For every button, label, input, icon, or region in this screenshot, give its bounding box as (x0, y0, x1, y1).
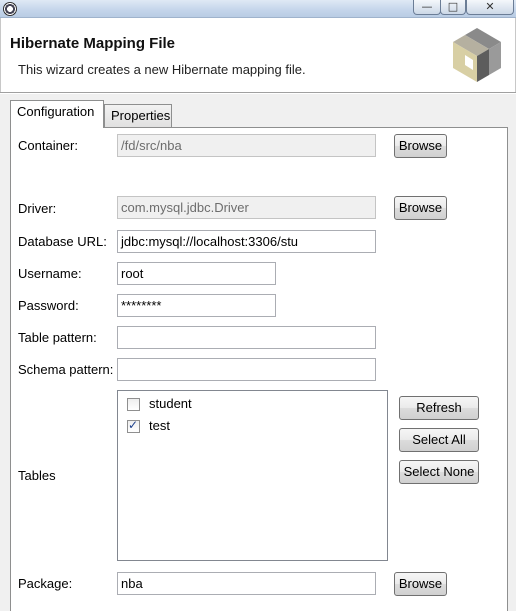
maximize-button[interactable]: □ (440, 0, 466, 15)
hibernate-logo-icon (453, 28, 501, 82)
window-titlebar[interactable]: — □ ✕ (0, 0, 516, 18)
close-button[interactable]: ✕ (466, 0, 514, 15)
table-name: test (149, 418, 170, 433)
eclipse-app-icon (3, 2, 17, 16)
refresh-button[interactable]: Refresh (399, 396, 479, 420)
driver-label: Driver: (18, 201, 57, 216)
tab-configuration[interactable]: Configuration (10, 100, 104, 128)
wizard-title: Hibernate Mapping File (10, 35, 176, 52)
container-label: Container: (18, 138, 78, 153)
container-browse-button[interactable]: Browse (394, 134, 447, 158)
table-pattern-label: Table pattern: (18, 330, 97, 345)
student-checkbox[interactable] (127, 398, 140, 411)
password-field[interactable]: ******** (117, 294, 276, 317)
database-url-label: Database URL: (18, 234, 107, 249)
package-label: Package: (18, 576, 73, 591)
select-all-button[interactable]: Select All (399, 428, 479, 452)
package-field[interactable]: nba (117, 572, 376, 595)
driver-field[interactable]: com.mysql.jdbc.Driver (117, 196, 376, 219)
table-name: student (149, 396, 192, 411)
schema-pattern-label: Schema pattern: (18, 362, 114, 377)
test-checkbox[interactable]: ✓ (127, 418, 140, 433)
wizard-header: Hibernate Mapping File This wizard creat… (0, 18, 516, 92)
table-pattern-field[interactable] (117, 326, 376, 349)
container-field[interactable]: /fd/src/nba (117, 134, 376, 157)
tab-properties[interactable]: Properties (104, 104, 172, 128)
schema-pattern-field[interactable] (117, 358, 376, 381)
username-label: Username: (18, 266, 82, 281)
package-browse-button[interactable]: Browse (394, 572, 447, 596)
password-label: Password: (18, 298, 79, 313)
minimize-button[interactable]: — (413, 0, 441, 15)
tables-label: Tables (18, 468, 56, 483)
select-none-button[interactable]: Select None (399, 460, 479, 484)
wizard-description: This wizard creates a new Hibernate mapp… (18, 62, 306, 77)
database-url-field[interactable]: jdbc:mysql://localhost:3306/stu (117, 230, 376, 253)
tables-list[interactable]: student ✓ test (117, 390, 388, 561)
checkmark-icon: ✓ (128, 418, 139, 432)
driver-browse-button[interactable]: Browse (394, 196, 447, 220)
username-field[interactable]: root (117, 262, 276, 285)
